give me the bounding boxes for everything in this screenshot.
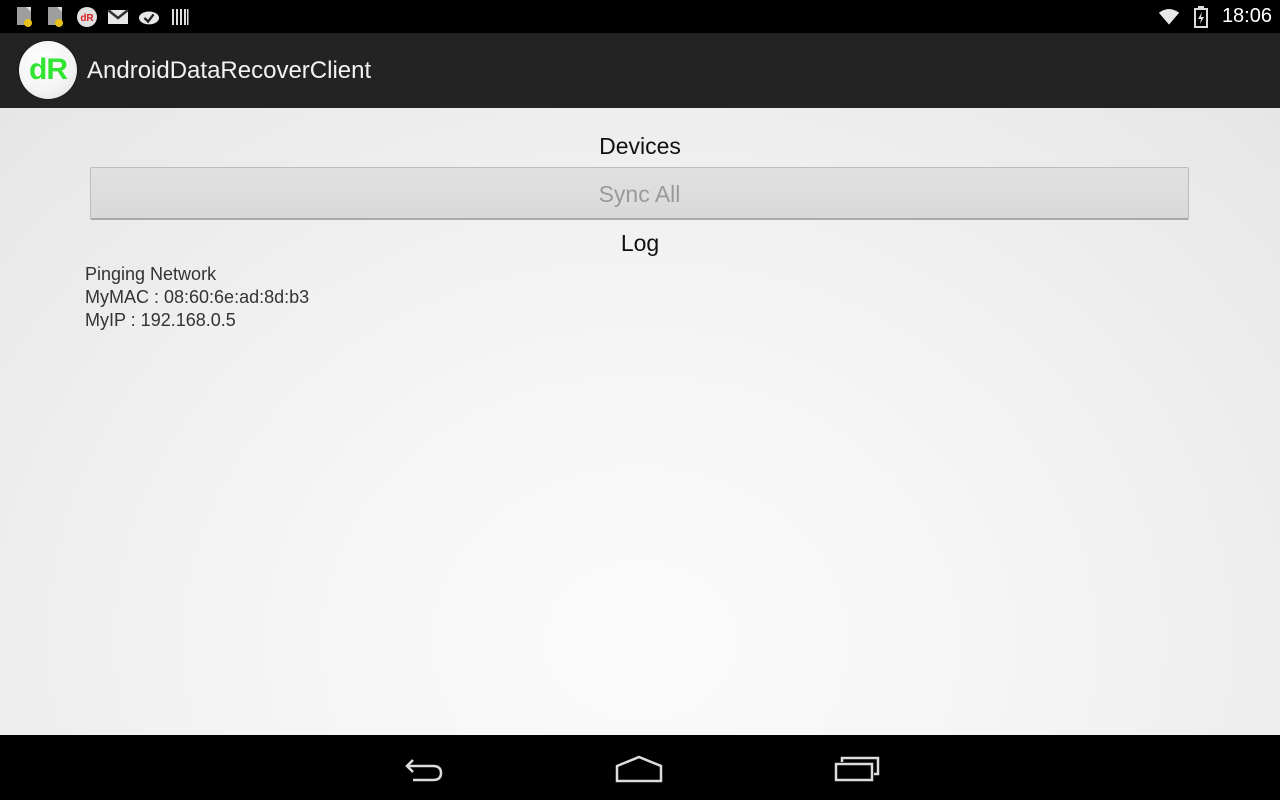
system-status: 18:06	[1158, 4, 1272, 29]
notification-file-icon[interactable]	[45, 6, 67, 28]
app-logo[interactable]: dR	[19, 41, 77, 99]
recents-icon	[834, 756, 880, 782]
log-line: Pinging Network	[85, 264, 217, 284]
devices-heading: Devices	[599, 133, 681, 159]
svg-text:dR: dR	[80, 13, 94, 24]
dr-app-notification-icon[interactable]: dR	[76, 6, 98, 28]
log-heading: Log	[620, 230, 660, 256]
status-bar: dR 18:06	[0, 0, 1280, 33]
home-button[interactable]	[609, 749, 669, 789]
notification-icons: dR	[14, 6, 191, 28]
back-button[interactable]	[393, 749, 453, 789]
back-icon	[405, 759, 443, 782]
log-line: MyIP : 192.168.0.5	[85, 310, 236, 330]
sync-all-button[interactable]: Sync All	[90, 167, 1189, 220]
gmail-icon[interactable]	[107, 6, 129, 28]
recents-button[interactable]	[827, 749, 887, 789]
log-line: MyMAC : 08:60:6e:ad:8d:b3	[85, 287, 310, 307]
navigation-bar	[0, 735, 1280, 800]
main-content: Devices Sync All Log Pinging Network MyM…	[0, 108, 1280, 735]
battery-icon	[1190, 5, 1212, 28]
app-title: AndroidDataRecoverClient	[87, 57, 372, 84]
sync-done-icon[interactable]	[138, 6, 160, 28]
action-bar: dR AndroidDataRecoverClient	[0, 33, 1280, 110]
wifi-icon	[1158, 6, 1180, 28]
app-logo-text: dR	[29, 53, 68, 86]
barcode-icon[interactable]	[169, 6, 191, 28]
log-list: Pinging Network MyMAC : 08:60:6e:ad:8d:b…	[85, 263, 309, 332]
notification-file-icon[interactable]	[14, 6, 36, 28]
status-time: 18:06	[1221, 5, 1272, 27]
home-icon	[615, 755, 663, 783]
